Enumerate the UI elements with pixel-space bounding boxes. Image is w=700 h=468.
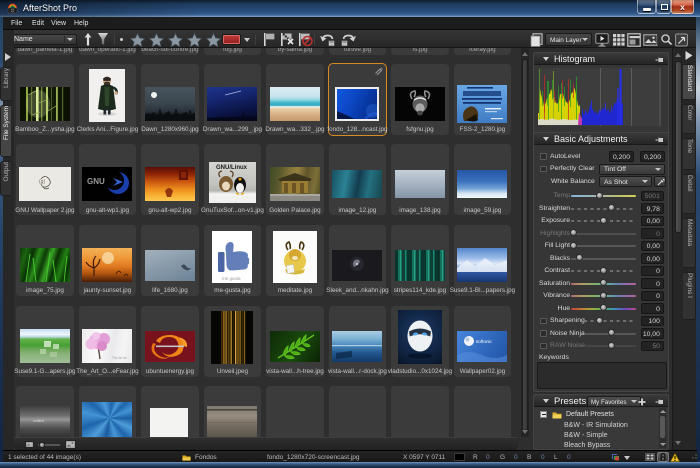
svg-text:(g): (g) bbox=[39, 179, 45, 185]
svg-text:softonic: softonic bbox=[476, 339, 493, 344]
svg-text:me gusta: me gusta bbox=[222, 276, 241, 281]
svg-text:GNU: GNU bbox=[87, 177, 105, 186]
svg-text:untitled: untitled bbox=[33, 419, 44, 423]
svg-text:The Art of...: The Art of... bbox=[112, 356, 129, 360]
svg-text:GNU/Linux: GNU/Linux bbox=[216, 165, 248, 171]
